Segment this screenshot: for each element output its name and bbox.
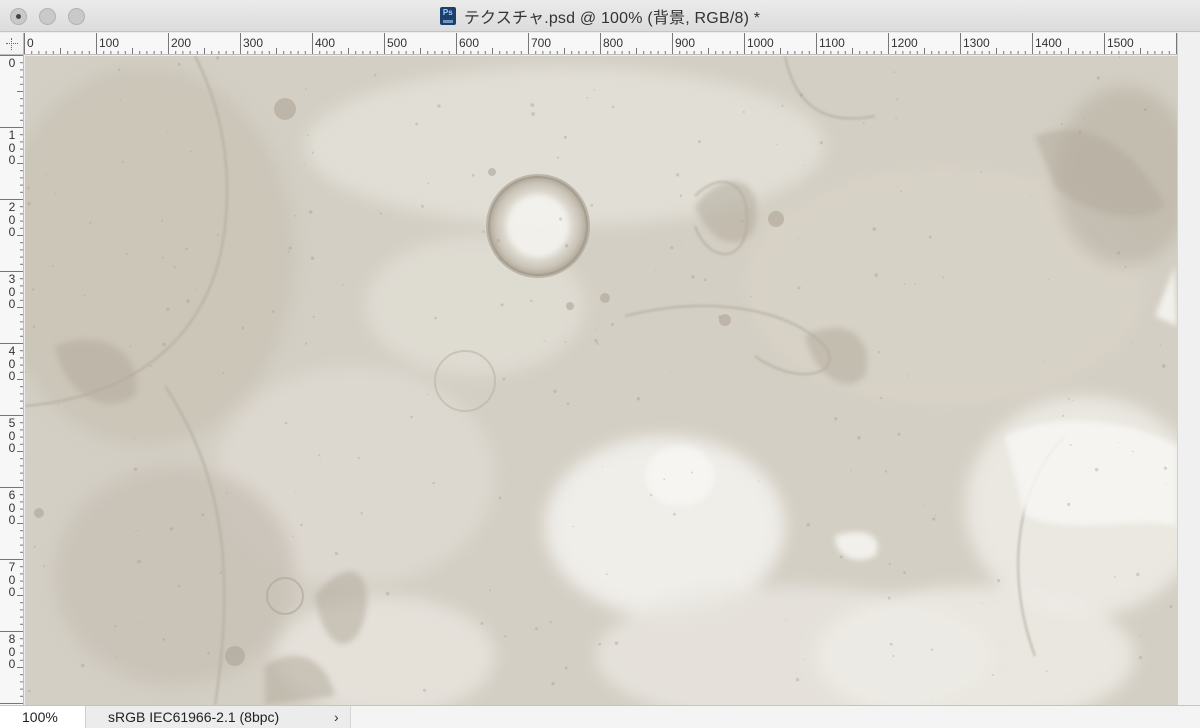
title-bar[interactable]: Ps テクスチャ.psd @ 100% (背景, RGB/8) * — [0, 0, 1200, 32]
horizontal-ruler-label: 1400 — [1035, 36, 1062, 50]
zoom-level-field[interactable]: 100% — [0, 706, 86, 728]
ruler-origin-corner[interactable] — [0, 33, 24, 55]
status-menu-chevron-icon[interactable]: › — [334, 706, 339, 728]
horizontal-ruler[interactable]: 0 100 200 300 400 500 600 700 800 900 1000 1100 1200… — [24, 33, 1177, 55]
vertical-ruler-label: 0 — [8, 56, 16, 70]
vertical-scrollbar[interactable] — [1177, 33, 1200, 705]
horizontal-ruler-label: 100 — [99, 36, 120, 50]
status-bar: 100% sRGB IEC61966-2.1 (8bpc) › — [0, 705, 1200, 728]
horizontal-ruler-label: 1500 — [1107, 36, 1134, 50]
vertical-ruler-label: 5 0 0 — [8, 416, 16, 455]
horizontal-ruler-label: 200 — [171, 36, 192, 50]
horizontal-ruler-label: 400 — [315, 36, 336, 50]
horizontal-ruler-label: 1300 — [963, 36, 990, 50]
horizontal-ruler-label: 500 — [387, 36, 408, 50]
window-title-group: Ps テクスチャ.psd @ 100% (背景, RGB/8) * — [0, 0, 1200, 32]
horizontal-ruler-label: 300 — [243, 36, 264, 50]
vertical-ruler[interactable]: 0 1 0 0 2 0 0 3 0 0 4 0 0 5 0 0 6 0 0 7 0 0 8 0 … — [0, 55, 24, 705]
window-title: テクスチャ.psd @ 100% (背景, RGB/8) * — [463, 10, 761, 27]
vertical-ruler-label: 6 0 0 — [8, 488, 16, 527]
horizontal-ruler-label: 700 — [531, 36, 552, 50]
horizontal-ruler-label: 900 — [675, 36, 696, 50]
vertical-ruler-label: 1 0 0 — [8, 128, 16, 167]
horizontal-ruler-label: 1000 — [747, 36, 774, 50]
vertical-ruler-label: 8 0 0 — [8, 632, 16, 671]
document-canvas[interactable] — [25, 56, 1177, 705]
vertical-ruler-label: 7 0 0 — [8, 560, 16, 599]
vertical-ruler-label: 3 0 0 — [8, 272, 16, 311]
photoshop-document-icon: Ps — [439, 7, 456, 25]
horizontal-ruler-label: 800 — [603, 36, 624, 50]
horizontal-scrollbar[interactable] — [350, 706, 1200, 728]
photoshop-document-window: Ps テクスチャ.psd @ 100% (背景, RGB/8) * 0 100 20… — [0, 0, 1200, 728]
horizontal-ruler-label: 1100 — [819, 36, 845, 50]
horizontal-ruler-label: 1200 — [891, 36, 918, 50]
document-color-profile[interactable]: sRGB IEC61966-2.1 (8bpc) — [108, 706, 279, 728]
vertical-ruler-label: 4 0 0 — [8, 344, 16, 383]
horizontal-ruler-label: 0 — [27, 36, 34, 50]
vertical-ruler-label: 2 0 0 — [8, 200, 16, 239]
horizontal-ruler-label: 600 — [459, 36, 480, 50]
